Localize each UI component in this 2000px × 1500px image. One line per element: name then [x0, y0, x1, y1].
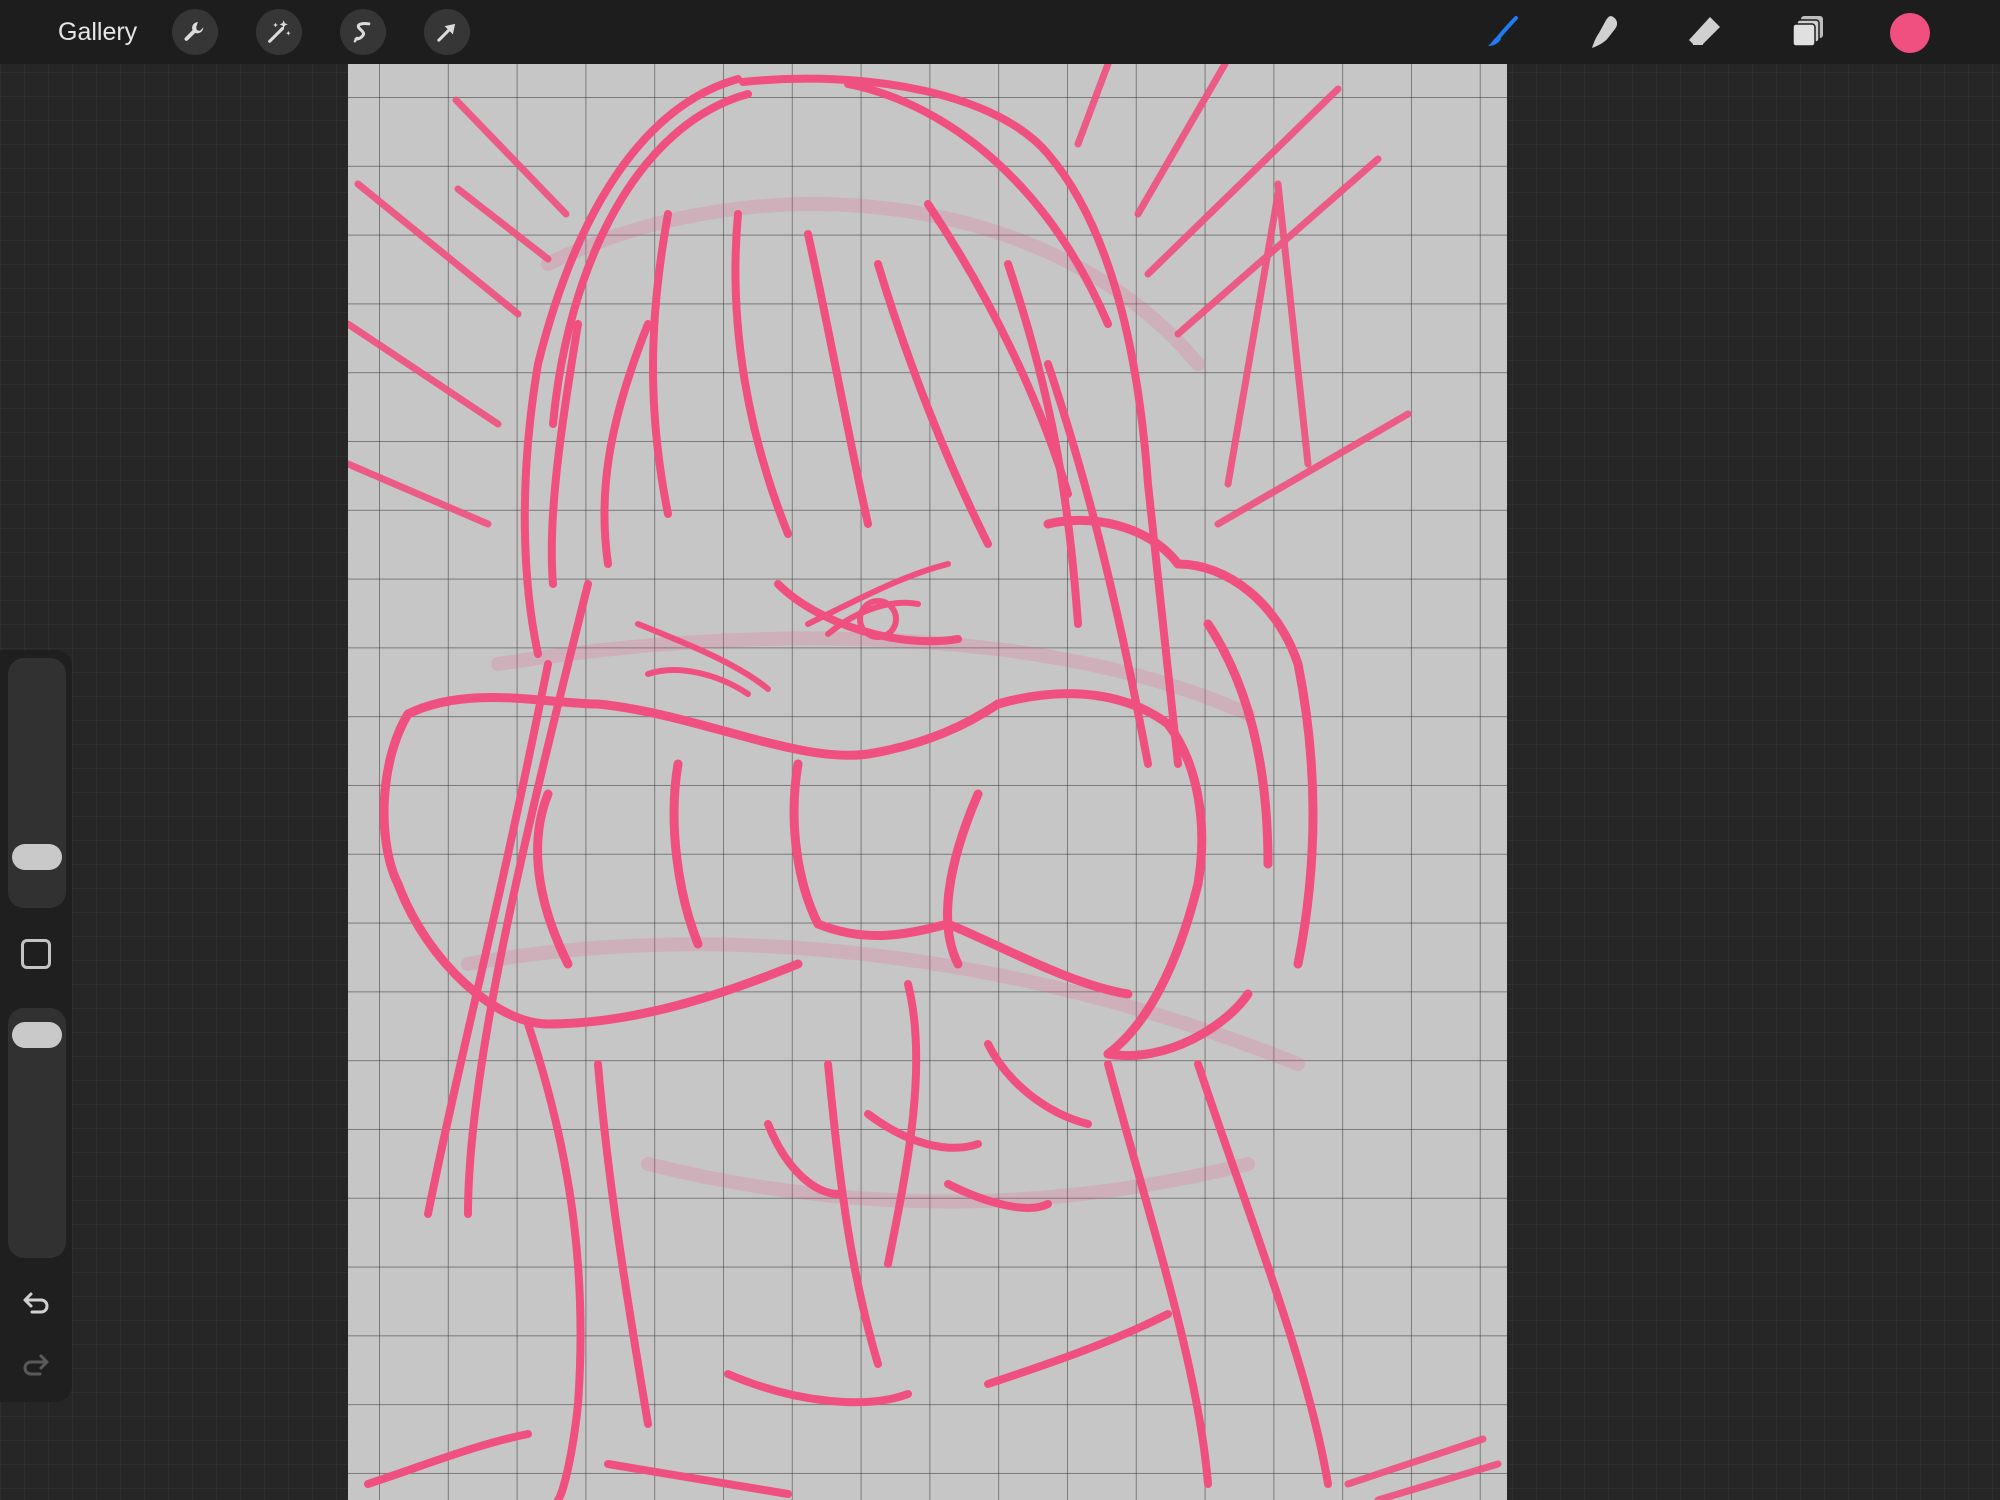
magic-wand-icon [268, 20, 291, 43]
layers-button[interactable] [1786, 10, 1830, 54]
undo-button[interactable] [18, 1284, 54, 1320]
brush-sidebar [0, 650, 72, 1402]
sketch-artwork [348, 64, 1502, 1500]
eraser-button[interactable] [1683, 10, 1727, 54]
gallery-button[interactable]: Gallery [58, 14, 137, 50]
smudge-finger-icon [1592, 16, 1618, 48]
brush-size-slider[interactable] [8, 658, 66, 908]
adjustments-button[interactable] [256, 9, 302, 55]
color-picker-button[interactable] [1890, 13, 1930, 53]
smudge-button[interactable] [1582, 10, 1626, 54]
brush-size-handle[interactable] [12, 844, 62, 870]
top-toolbar: Gallery [0, 0, 2000, 64]
transform-button[interactable] [424, 9, 470, 55]
redo-icon [23, 1354, 49, 1376]
opacity-slider[interactable] [8, 1008, 66, 1258]
undo-icon [23, 1292, 49, 1314]
drawing-canvas[interactable] [348, 64, 1507, 1500]
modifier-square-icon[interactable] [21, 939, 51, 969]
wrench-icon [184, 22, 204, 41]
selection-s-icon [353, 22, 371, 43]
eraser-icon [1689, 17, 1720, 45]
brush-icon [1488, 16, 1518, 46]
redo-button[interactable] [18, 1346, 54, 1382]
opacity-handle[interactable] [12, 1022, 62, 1048]
brush-button[interactable] [1481, 10, 1525, 54]
selection-button[interactable] [340, 9, 386, 55]
arrow-cursor-icon [437, 23, 456, 42]
layers-icon [1792, 16, 1823, 47]
actions-button[interactable] [172, 9, 218, 55]
